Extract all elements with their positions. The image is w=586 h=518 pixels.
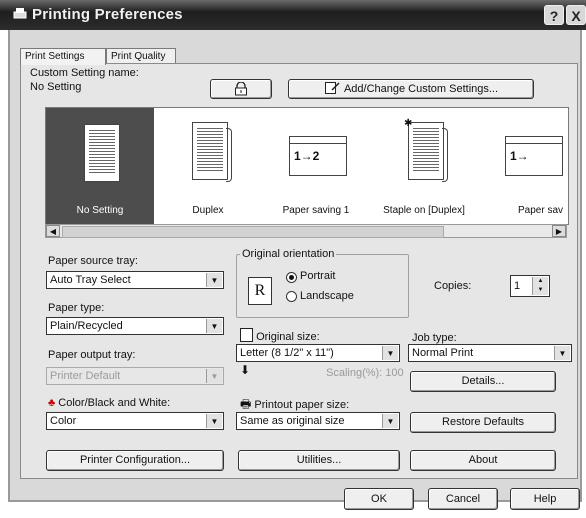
scroll-thumb[interactable] [62,226,444,238]
printer-output-icon: 🖶 [240,397,252,411]
paper-saving-icon: 1→ [505,136,563,176]
cancel-button[interactable]: Cancel [428,488,498,510]
color-mode-label: Color/Black and White: [58,397,171,409]
preset-paper-saving-2[interactable]: 1→ Paper sav [478,108,568,224]
lock-icon [235,81,247,96]
preset-label: No Setting [76,205,124,216]
paper-source-value: Auto Tray Select [50,274,131,286]
utilities-button[interactable]: Utilities... [238,450,400,471]
scaling-label: Scaling(%): [326,367,383,379]
restore-defaults-button[interactable]: Restore Defaults [410,412,556,433]
chevron-down-icon: ▼ [554,346,570,360]
scroll-left-icon[interactable]: ◀ [46,225,60,237]
job-type-select[interactable]: Normal Print ▼ [408,344,572,362]
copies-value[interactable]: 1 [514,280,520,292]
orientation-legend: Original orientation [240,248,337,260]
job-type-value: Normal Print [412,347,474,359]
color-mode-select[interactable]: Color ▼ [46,412,224,430]
preset-staple-duplex[interactable]: ✱ Staple on [Duplex] [370,108,478,224]
landscape-label[interactable]: Landscape [300,290,354,302]
preset-label: Paper sav [518,205,564,216]
preset-scrollbar[interactable]: ◀ ▶ [45,224,567,238]
tab-print-settings[interactable]: Print Settings [20,48,106,65]
preset-paper-saving-1[interactable]: 1→2 Paper saving 1 [262,108,370,224]
preset-label: Paper saving 1 [282,205,350,216]
chevron-down-icon: ▼ [206,273,222,287]
paper-saving-icon: 1→2 [289,136,347,176]
ok-button[interactable]: OK [344,488,414,510]
printout-size-label: Printout paper size: [254,399,350,411]
chevron-down-icon: ▼ [206,414,222,428]
help-button[interactable]: Help [510,488,580,510]
staple-page-icon [408,122,444,180]
printout-size-select[interactable]: Same as original size ▼ [236,412,400,430]
original-size-value: Letter (8 1/2" x 11") [240,347,334,359]
paper-source-label: Paper source tray: [48,255,138,267]
printout-size-value: Same as original size [240,415,345,427]
paper-type-value: Plain/Recycled [50,320,123,332]
paper-output-select[interactable]: Printer Default ▼ [46,367,224,385]
copies-label: Copies: [434,280,472,292]
copies-spinner[interactable]: 1 ▲ ▼ [510,275,550,297]
portrait-label[interactable]: Portrait [300,270,335,282]
preset-label: Staple on [Duplex] [383,205,465,216]
custom-setting-label: Custom Setting name: [30,67,139,79]
down-arrow-icon: ⬇ [240,363,251,377]
color-mode-label-row: ♣ Color/Black and White: [48,397,170,409]
preset-list[interactable]: No Setting Duplex 1→2 Paper saving 1 ✱ S… [45,107,569,225]
paper-type-select[interactable]: Plain/Recycled ▼ [46,317,224,335]
edit-settings-icon [324,82,340,94]
spinner-arrows-icon[interactable]: ▲ ▼ [532,277,548,295]
details-button[interactable]: Details... [410,371,556,392]
lock-button[interactable] [210,79,272,99]
preset-duplex[interactable]: Duplex [154,108,262,224]
chevron-down-icon: ▼ [206,319,222,333]
add-change-custom-settings-button[interactable]: Add/Change Custom Settings... [288,79,534,99]
chevron-down-icon: ▼ [206,369,222,383]
help-title-button[interactable]: ? [544,5,564,25]
paper-output-label: Paper output tray: [48,349,136,361]
preset-label: Duplex [192,205,224,216]
preset-no-setting[interactable]: No Setting [46,108,154,224]
portrait-radio[interactable] [286,272,297,283]
tab-print-quality[interactable]: Print Quality [106,48,176,64]
color-mode-value: Color [50,415,77,427]
landscape-radio[interactable] [286,291,297,302]
about-button[interactable]: About [410,450,556,471]
original-size-label: Original size: [256,331,320,343]
page-icon [84,124,120,182]
paper-source-select[interactable]: Auto Tray Select ▼ [46,271,224,289]
scaling-value: 100 [385,367,404,379]
color-palette-icon: ♣ [48,397,56,409]
original-size-label-row: Original size: [240,328,320,343]
paper-type-label: Paper type: [48,302,105,314]
window-title: Printing Preferences [32,6,183,23]
add-change-label: Add/Change Custom Settings... [343,83,499,95]
close-button[interactable]: X [566,5,586,25]
orientation-preview-icon: R [248,277,272,305]
chevron-down-icon: ▼ [382,346,398,360]
custom-setting-value: No Setting [30,81,82,93]
paper-size-icon [240,328,253,342]
printer-icon [13,8,27,19]
job-type-label: Job type: [412,332,457,344]
printer-configuration-button[interactable]: Printer Configuration... [46,450,224,471]
staple-icon: ✱ [404,118,413,129]
duplex-page-icon [192,122,228,180]
scaling-row: Scaling(%): 100 [326,367,404,379]
chevron-down-icon: ▼ [382,414,398,428]
scroll-right-icon[interactable]: ▶ [552,225,566,237]
paper-output-value: Printer Default [50,370,121,382]
original-size-select[interactable]: Letter (8 1/2" x 11") ▼ [236,344,400,362]
